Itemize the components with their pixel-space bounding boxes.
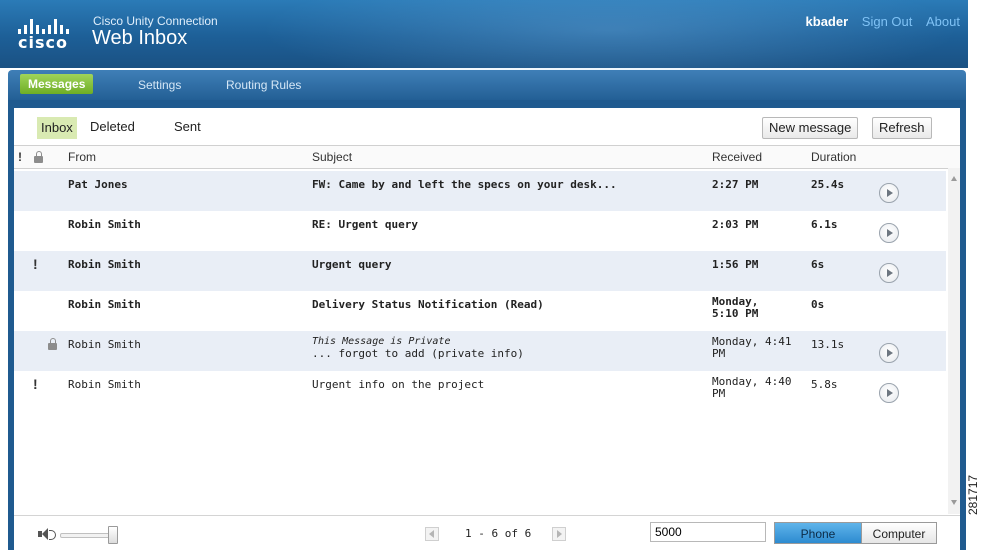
folder-inbox[interactable]: Inbox	[37, 117, 77, 139]
priority-column-header[interactable]: !	[18, 150, 22, 164]
number-input[interactable]	[650, 522, 766, 542]
row-received: 2:27 PM	[712, 178, 759, 191]
computer-toggle-button[interactable]: Computer	[861, 522, 937, 544]
tab-messages[interactable]: Messages	[20, 74, 94, 94]
speaker-icon[interactable]	[38, 528, 56, 540]
phone-toggle-button[interactable]: Phone	[774, 522, 862, 544]
app-header: cisco Cisco Unity Connection Web Inbox k…	[0, 0, 968, 90]
row-duration: 5.8s	[811, 378, 838, 391]
row-duration: 25.4s	[811, 178, 845, 191]
subject-column-header[interactable]: Subject	[312, 150, 352, 164]
pagination-text: 1 - 6 of 6	[465, 527, 532, 540]
row-from: Robin Smith	[68, 218, 141, 231]
from-column-header[interactable]: From	[68, 150, 96, 164]
figure-number: 281717	[966, 474, 980, 515]
table-header: ! From Subject Received Duration	[14, 145, 960, 169]
table-row[interactable]: Robin Smith This Message is Private ... …	[14, 331, 946, 371]
previous-page-icon[interactable]	[425, 527, 439, 541]
lock-icon	[48, 338, 57, 350]
tab-settings[interactable]: Settings	[138, 78, 181, 92]
row-duration: 6s	[811, 258, 825, 271]
row-subject: Delivery Status Notification (Read)	[312, 298, 544, 311]
table-row[interactable]: ! Robin Smith Urgent query 1:56 PM 6s	[14, 251, 946, 291]
play-icon[interactable]	[879, 263, 899, 283]
folder-deleted[interactable]: Deleted	[90, 119, 135, 134]
scroll-up-arrow-icon[interactable]	[951, 176, 957, 181]
row-from: Robin Smith	[68, 298, 141, 311]
row-received: Monday, 5:10 PM	[712, 296, 758, 320]
row-subject: Urgent query	[312, 258, 392, 271]
new-message-button[interactable]: New message	[762, 117, 859, 139]
row-subject: FW: Came by and left the specs on your d…	[312, 178, 617, 191]
row-from: Robin Smith	[68, 378, 141, 391]
lock-icon[interactable]	[34, 151, 43, 163]
app-title: Web Inbox	[92, 27, 188, 49]
cisco-logo: cisco	[18, 18, 78, 54]
row-duration: 13.1s	[811, 338, 845, 351]
exclamation-icon: !	[33, 256, 38, 272]
sign-out-link[interactable]: Sign Out	[862, 14, 913, 29]
row-received: Monday, 4:41 PM	[712, 336, 791, 360]
table-row[interactable]: Robin Smith RE: Urgent query 2:03 PM 6.1…	[14, 211, 946, 251]
cisco-wordmark: cisco	[18, 33, 68, 52]
play-icon[interactable]	[879, 223, 899, 243]
about-link[interactable]: About	[926, 14, 960, 29]
row-received: 2:03 PM	[712, 218, 759, 231]
row-from: Robin Smith	[68, 258, 141, 271]
product-name: Cisco Unity Connection	[93, 14, 218, 28]
scroll-down-arrow-icon[interactable]	[951, 500, 957, 505]
folder-sent[interactable]: Sent	[174, 119, 201, 134]
row-received-line2: 5:10 PM	[712, 307, 759, 320]
refresh-button[interactable]: Refresh	[872, 117, 932, 139]
vertical-scrollbar[interactable]	[948, 168, 960, 514]
row-subject: RE: Urgent query	[312, 218, 418, 231]
inbox-footer: 1 - 6 of 6 Phone Computer	[14, 515, 960, 550]
exclamation-icon: !	[33, 376, 38, 392]
row-duration: 0s	[811, 298, 825, 311]
table-row[interactable]: Pat Jones FW: Came by and left the specs…	[14, 171, 946, 211]
row-duration: 6.1s	[811, 218, 838, 231]
next-page-icon[interactable]	[552, 527, 566, 541]
tab-routing-rules[interactable]: Routing Rules	[226, 78, 301, 92]
username: kbader	[805, 14, 849, 29]
received-column-header[interactable]: Received	[712, 150, 762, 164]
row-subject: Urgent info on the project	[312, 378, 485, 391]
row-from: Robin Smith	[68, 338, 141, 351]
user-links: kbader Sign Out About	[806, 14, 960, 29]
messages-panel: Inbox Deleted Sent New message Refresh !…	[14, 108, 960, 550]
cisco-bars-icon	[18, 18, 78, 34]
row-received: Monday, 4:40 PM	[712, 376, 791, 400]
volume-slider-handle[interactable]	[108, 526, 118, 544]
duration-column-header[interactable]: Duration	[811, 150, 856, 164]
table-row[interactable]: Robin Smith Delivery Status Notification…	[14, 291, 946, 331]
row-subject-text: ... forgot to add (private info)	[312, 347, 524, 360]
play-icon[interactable]	[879, 383, 899, 403]
table-row[interactable]: ! Robin Smith Urgent info on the project…	[14, 371, 946, 411]
web-inbox-window: cisco Cisco Unity Connection Web Inbox k…	[0, 0, 968, 550]
main-nav: Messages Settings Routing Rules	[8, 70, 966, 100]
row-received-line2: PM	[712, 387, 726, 400]
play-icon[interactable]	[879, 343, 899, 363]
row-received: 1:56 PM	[712, 258, 759, 271]
play-icon[interactable]	[879, 183, 899, 203]
row-received-line2: PM	[712, 347, 726, 360]
row-from: Pat Jones	[68, 178, 128, 191]
row-subject: This Message is Private ... forgot to ad…	[312, 336, 524, 360]
